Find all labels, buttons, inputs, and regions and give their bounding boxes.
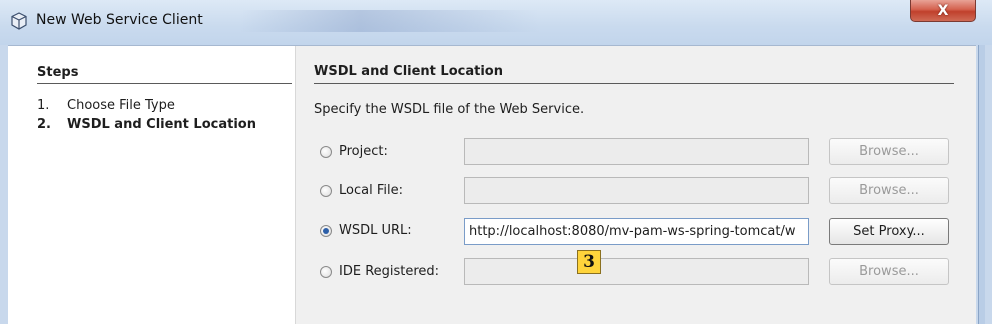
section-divider [314,83,954,84]
local-file-field [464,177,809,204]
step-label: Choose File Type [67,98,175,113]
wsdl-url-input[interactable]: http://localhost:8080/mv-pam-ws-spring-t… [464,218,809,245]
ide-registered-label: IDE Registered: [339,264,440,279]
close-icon: X [937,2,949,19]
steps-panel: Steps 1. Choose File Type 2. WSDL and Cl… [8,46,296,324]
project-radio-option[interactable]: Project: [320,144,388,159]
ide-registered-browse-button: Browse... [829,258,949,285]
wsdl-url-label: WSDL URL: [339,223,412,238]
step-number: 1. [37,98,50,113]
wsdl-url-radio[interactable] [320,224,332,237]
project-radio[interactable] [320,145,332,158]
cube-icon [11,12,27,30]
set-proxy-button[interactable]: Set Proxy... [829,218,949,245]
step-item-choose-file-type: 1. Choose File Type [37,98,175,113]
step-item-wsdl-client-location: 2. WSDL and Client Location [37,117,256,132]
window-title: New Web Service Client [36,12,203,28]
local-file-browse-button: Browse... [829,177,949,204]
wsdl-url-radio-option[interactable]: WSDL URL: [320,223,412,238]
section-title: WSDL and Client Location [314,64,503,79]
dialog-window: New Web Service Client X Steps 1. Choose… [0,0,992,324]
step-label: WSDL and Client Location [67,117,256,132]
ide-registered-field [464,258,809,285]
local-file-label: Local File: [339,183,403,198]
window-frame-left [0,45,8,324]
step-number: 2. [37,117,51,132]
local-file-radio[interactable] [320,184,332,197]
local-file-radio-option[interactable]: Local File: [320,183,403,198]
title-bar[interactable]: New Web Service Client X [0,0,992,45]
section-description: Specify the WSDL file of the Web Service… [314,102,585,117]
steps-divider [37,83,292,84]
project-label: Project: [339,144,388,159]
window-frame-right-edge [978,45,985,324]
ide-registered-radio[interactable] [320,265,332,278]
project-browse-button: Browse... [829,138,949,165]
title-bar-glare [240,10,540,32]
annotation-marker: 3 [577,250,601,274]
project-field [464,138,809,165]
steps-title: Steps [37,65,79,80]
close-button[interactable]: X [910,0,976,22]
ide-registered-radio-option[interactable]: IDE Registered: [320,264,439,279]
